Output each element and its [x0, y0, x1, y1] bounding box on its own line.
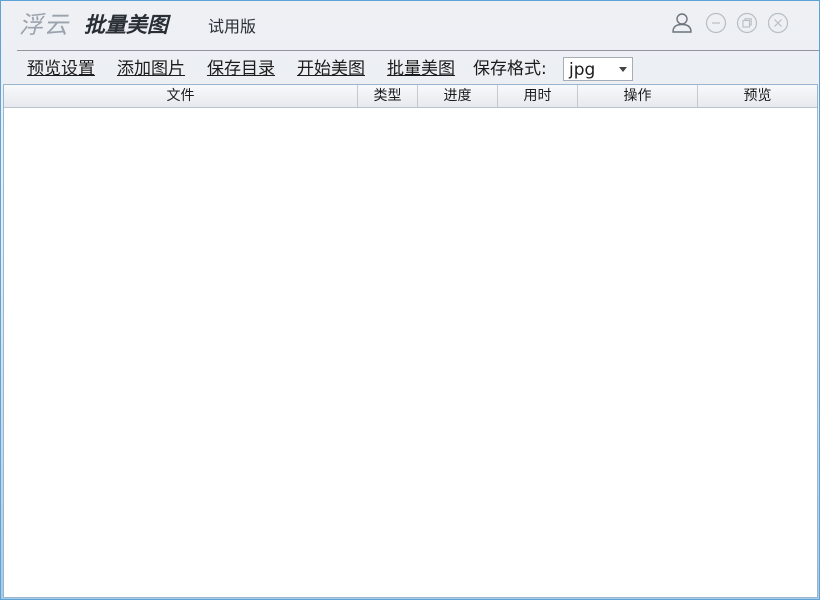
add-images-link[interactable]: 添加图片: [117, 57, 185, 81]
close-icon: [767, 12, 789, 34]
table-body[interactable]: [4, 108, 817, 597]
save-directory-link[interactable]: 保存目录: [207, 57, 275, 81]
column-header-file[interactable]: 文件: [4, 85, 358, 107]
app-logo: 浮云: [19, 11, 69, 39]
table-header: 文件 类型 进度 用时 操作 预览: [4, 85, 817, 108]
save-format-value: jpg: [569, 60, 596, 80]
file-table: 文件 类型 进度 用时 操作 预览: [3, 84, 818, 598]
start-beautify-link[interactable]: 开始美图: [297, 57, 365, 81]
minimize-button[interactable]: [705, 12, 727, 34]
save-format-label: 保存格式:: [473, 59, 547, 79]
restore-button[interactable]: [736, 12, 758, 34]
edition-label: 试用版: [208, 17, 257, 36]
restore-icon: [736, 12, 758, 34]
preview-settings-link[interactable]: 预览设置: [27, 57, 95, 81]
minimize-icon: [705, 12, 727, 34]
title-bar: 浮云 批量美图 试用版: [1, 1, 819, 51]
save-format-dropdown[interactable]: jpg: [563, 57, 633, 81]
column-header-progress[interactable]: 进度: [418, 85, 498, 107]
app-window: 浮云 批量美图 试用版 预览设置 添加图片 保存目录 开始美图 批量美图 保存格…: [0, 0, 820, 600]
column-header-preview[interactable]: 预览: [698, 85, 817, 107]
column-header-time[interactable]: 用时: [498, 85, 578, 107]
user-icon[interactable]: [671, 12, 693, 34]
column-header-action[interactable]: 操作: [578, 85, 698, 107]
close-button[interactable]: [767, 12, 789, 34]
toolbar: 预览设置 添加图片 保存目录 开始美图 批量美图 保存格式: jpg: [1, 54, 819, 84]
column-header-type[interactable]: 类型: [358, 85, 418, 107]
app-title: 批量美图: [84, 13, 168, 37]
batch-beautify-link[interactable]: 批量美图: [387, 57, 455, 81]
chevron-down-icon: [619, 67, 627, 72]
title-separator: [17, 50, 819, 51]
